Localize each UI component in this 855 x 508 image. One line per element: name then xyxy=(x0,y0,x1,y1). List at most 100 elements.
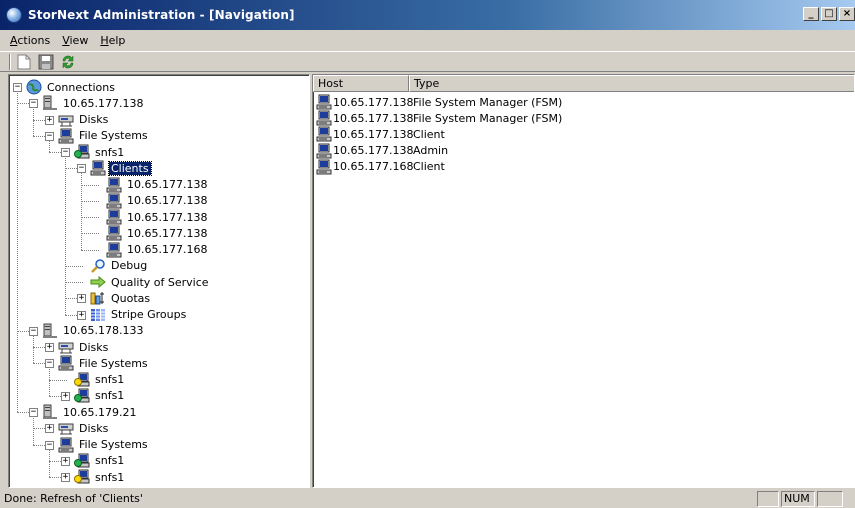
type-cell: Client xyxy=(413,160,445,174)
save-icon xyxy=(38,54,54,69)
server-icon xyxy=(42,404,58,420)
tree-node-connections[interactable]: Connections xyxy=(26,79,117,95)
tree-node-filesystem[interactable]: snfs1 xyxy=(74,388,126,404)
tree-node-disks[interactable]: Disks xyxy=(58,420,110,436)
host-cell: 10.65.177.138 xyxy=(313,143,413,159)
tree-node-label: 10.65.177.138 xyxy=(63,96,144,110)
tree-node-file-systems[interactable]: File Systems xyxy=(58,128,150,144)
navigation-tree[interactable]: − Connections −10.65.177.138 + Disks − File Sy… xyxy=(8,74,310,488)
status-text: Done: Refresh of 'Clients' xyxy=(4,492,143,505)
toolbar xyxy=(0,51,855,72)
tree-node-client[interactable]: 10.65.177.168 xyxy=(106,242,209,258)
tree-node-label: Quotas xyxy=(111,291,151,305)
menu-help[interactable]: Help xyxy=(94,34,131,47)
type-cell: File System Manager (FSM) xyxy=(413,95,563,109)
close-button[interactable]: × xyxy=(839,7,855,21)
tree-node-client[interactable]: 10.65.177.138 xyxy=(106,209,209,225)
expand-icon[interactable]: + xyxy=(77,294,86,304)
list-item[interactable]: 10.65.177.138 File System Manager (FSM) xyxy=(313,110,562,126)
new-button[interactable] xyxy=(14,53,34,71)
tree-node-label: snfs1 xyxy=(95,470,125,484)
tree-connector xyxy=(81,200,99,202)
computer-icon xyxy=(58,128,74,144)
tree-node-file-systems[interactable]: File Systems xyxy=(58,355,150,371)
expand-icon[interactable]: + xyxy=(61,456,70,466)
expand-icon[interactable]: + xyxy=(45,424,54,434)
column-header-type[interactable]: Type xyxy=(409,75,854,92)
tree-node-quotas[interactable]: Quotas xyxy=(90,290,152,306)
column-header-host[interactable]: Host xyxy=(313,75,409,92)
tree-node-label: snfs1 xyxy=(95,145,125,159)
computer-icon xyxy=(106,242,122,258)
tree-node-label: Clients xyxy=(108,160,152,176)
tree-node-filesystem[interactable]: snfs1 xyxy=(74,453,126,469)
tree-node-filesystem[interactable]: snfs1 xyxy=(74,469,126,485)
tree-node-filesystem[interactable]: snfs1 xyxy=(74,144,126,160)
tree-node-label: snfs1 xyxy=(95,454,125,468)
list-item[interactable]: 10.65.177.138 Admin xyxy=(313,143,448,159)
collapse-icon[interactable]: − xyxy=(45,440,54,450)
collapse-icon[interactable]: − xyxy=(13,83,22,92)
type-cell: File System Manager (FSM) xyxy=(413,111,563,125)
computer-icon xyxy=(90,160,106,176)
collapse-icon[interactable]: − xyxy=(29,408,38,417)
clients-list-view[interactable]: Host Type 10.65.177.138 File System Manag… xyxy=(312,74,855,488)
collapse-icon[interactable]: − xyxy=(29,326,38,336)
expand-icon[interactable]: + xyxy=(45,115,54,125)
menu-view[interactable]: View xyxy=(56,34,94,47)
type-cell: Admin xyxy=(413,144,449,158)
refresh-button[interactable] xyxy=(58,53,78,71)
list-header: Host Type xyxy=(313,75,854,92)
tree-node-clients[interactable]: Clients xyxy=(90,160,152,176)
disks-icon xyxy=(58,339,74,355)
expand-icon[interactable]: + xyxy=(77,310,86,320)
host-label: 10.65.177.138 xyxy=(333,95,414,109)
window-controls: _ □ × xyxy=(803,7,855,21)
list-item[interactable]: 10.65.177.138 Client xyxy=(313,126,445,142)
minimize-button[interactable]: _ xyxy=(803,7,819,21)
expand-icon[interactable]: + xyxy=(45,343,54,352)
tree-connector xyxy=(33,416,34,445)
save-button[interactable] xyxy=(36,53,56,71)
menu-actions[interactable]: Actions xyxy=(4,34,56,47)
list-item[interactable]: 10.65.177.168 Client xyxy=(313,159,445,175)
list-item[interactable]: 10.65.177.138 File System Manager (FSM) xyxy=(313,94,562,110)
new-document-icon xyxy=(17,54,31,69)
tree-node-file-systems[interactable]: File Systems xyxy=(58,437,150,453)
debug-icon xyxy=(90,258,106,274)
computer-icon xyxy=(316,143,332,159)
tree-node-client[interactable]: 10.65.177.138 xyxy=(106,177,209,193)
tree-node-client[interactable]: 10.65.177.138 xyxy=(106,193,209,209)
num-lock-indicator: NUM xyxy=(781,490,815,507)
tree-node-client[interactable]: 10.65.177.138 xyxy=(106,225,209,241)
expand-icon[interactable]: + xyxy=(61,473,70,482)
tree-node-quality-of-service[interactable]: Quality of Service xyxy=(90,274,211,290)
tree-node-host[interactable]: 10.65.178.133 xyxy=(42,323,145,339)
quotas-icon xyxy=(90,290,106,306)
tree-node-label: File Systems xyxy=(79,129,148,143)
tree-node-disks[interactable]: Disks xyxy=(58,112,110,128)
computer-icon xyxy=(316,126,332,142)
tree-connector xyxy=(81,184,99,186)
expand-icon[interactable]: + xyxy=(61,391,70,401)
tree-node-debug[interactable]: Debug xyxy=(90,258,149,274)
collapse-icon[interactable]: − xyxy=(45,131,54,141)
tree-node-filesystem[interactable]: snfs1 xyxy=(74,372,126,388)
tree-node-stripe-groups[interactable]: Stripe Groups xyxy=(90,307,188,323)
tree-node-label: 10.65.177.138 xyxy=(127,178,208,191)
fsyellow-icon xyxy=(74,372,90,388)
computer-icon xyxy=(106,209,122,225)
collapse-icon[interactable]: − xyxy=(61,148,70,157)
collapse-icon[interactable]: − xyxy=(77,164,86,174)
host-label: 10.65.177.138 xyxy=(333,127,414,141)
title-bar: StorNext Administration - [Navigation] _… xyxy=(0,0,855,30)
tree-node-label: File Systems xyxy=(79,356,148,370)
tree-node-disks[interactable]: Disks xyxy=(58,339,110,355)
collapse-icon[interactable]: − xyxy=(45,359,54,369)
collapse-icon[interactable]: − xyxy=(29,99,38,109)
tree-node-host[interactable]: 10.65.177.138 xyxy=(42,95,145,111)
computer-icon xyxy=(58,437,74,453)
maximize-button[interactable]: □ xyxy=(821,7,837,21)
tree-connector xyxy=(49,379,67,381)
tree-node-host[interactable]: 10.65.179.21 xyxy=(42,404,138,420)
